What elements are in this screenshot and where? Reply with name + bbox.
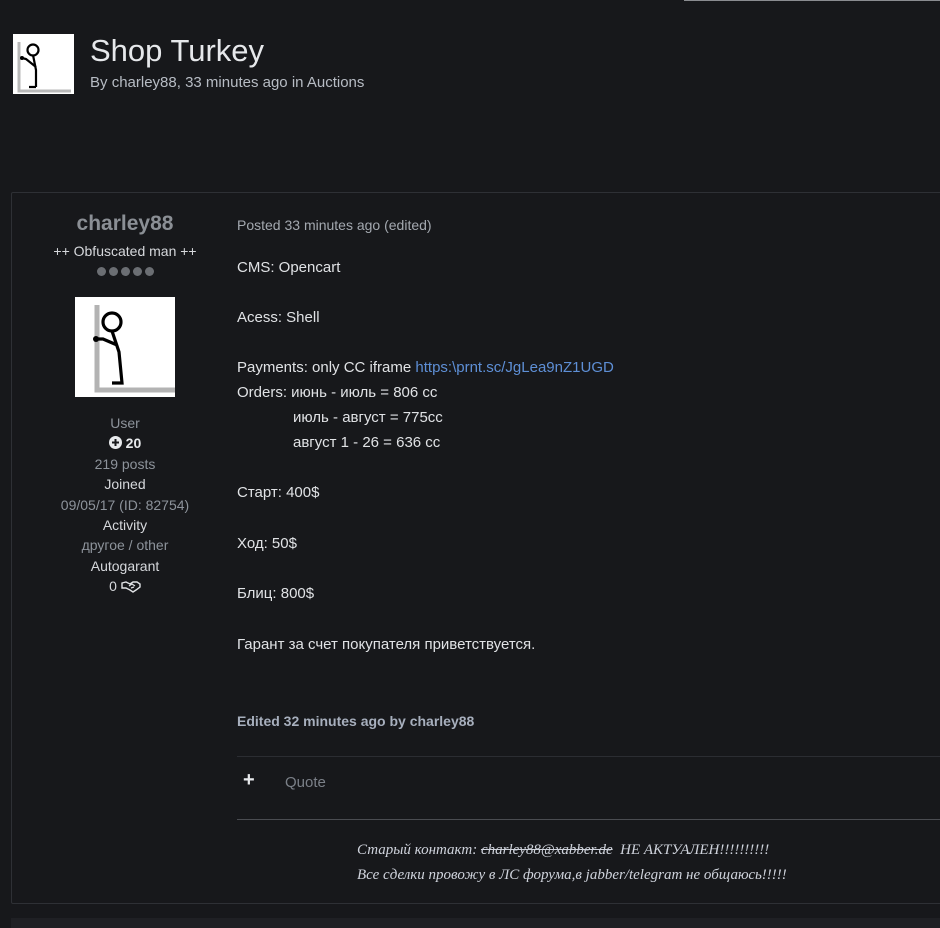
- activity-value: другое / other: [81, 537, 169, 554]
- page: Shop Turkey By charley88, 33 minutes ago…: [0, 0, 940, 928]
- next-post-edge: [11, 918, 940, 928]
- author-title: ++ Obfuscated man ++: [53, 243, 197, 259]
- rank-pip: [120, 267, 130, 276]
- topic-title: Shop Turkey: [90, 33, 265, 68]
- edited-note: Edited 32 minutes ago by charley88: [237, 713, 475, 729]
- topic-author-avatar[interactable]: [13, 34, 74, 94]
- blitz-line: Блиц: 800$: [237, 585, 315, 602]
- cms-line: CMS: Opencart: [237, 259, 341, 276]
- joined-label: Joined: [104, 476, 146, 493]
- top-divider: [684, 0, 940, 1]
- plus-circle-icon: [108, 435, 126, 451]
- topic-meta: By charley88, 33 minutes ago in Auctions: [90, 74, 364, 91]
- by-label: By: [90, 74, 108, 91]
- post-count: 219 posts: [94, 455, 156, 472]
- quote-button[interactable]: Quote: [285, 774, 326, 791]
- author-info: User 20 219 posts Joined 09/05/17 (ID: 8…: [12, 413, 238, 597]
- author-name[interactable]: charley88: [12, 212, 238, 236]
- forum-link[interactable]: Auctions: [307, 74, 365, 91]
- post-content: Posted 33 minutes ago (edited) CMS: Open…: [237, 193, 940, 903]
- autogarant: 0: [12, 576, 238, 596]
- meta-comma: ,: [176, 74, 181, 91]
- joined-value: 09/05/17 (ID: 82754): [60, 496, 190, 513]
- signature-line-2: Все сделки провожу в ЛС форума,в jabber/…: [357, 867, 787, 883]
- multiquote-plus-button[interactable]: +: [243, 769, 255, 792]
- signature-old-contact: charley88@xabber.de: [480, 842, 613, 858]
- rank-pip: [108, 267, 118, 276]
- access-line: Acess: Shell: [237, 309, 320, 326]
- in-label: in: [291, 74, 304, 91]
- payments-line: Payments: only CC iframe https:\prnt.sc/…: [237, 359, 614, 376]
- topic-author-link[interactable]: charley88: [112, 74, 177, 91]
- handshake-icon: [121, 578, 141, 594]
- payments-link[interactable]: https:\prnt.sc/JgLea9nZ1UGD: [415, 359, 613, 376]
- orders-line-1: Orders: июнь - июль = 806 cc: [237, 384, 438, 401]
- actions-divider: [237, 756, 940, 757]
- guarantee-line: Гарант за счет покупателя приветствуется…: [237, 636, 536, 653]
- reputation[interactable]: 20: [12, 433, 238, 453]
- autogarant-label: Autogarant: [90, 557, 160, 574]
- signature-prefix: Старый контакт:: [357, 842, 481, 858]
- rank-pip: [144, 267, 154, 276]
- signature-line-1: Старый контакт: charley88@xabber.de НЕ А…: [357, 838, 787, 863]
- signature-divider: [237, 819, 940, 820]
- signature: Старый контакт: charley88@xabber.de НЕ А…: [357, 838, 787, 888]
- rank-pips: [95, 267, 155, 279]
- rank-pip: [132, 267, 142, 276]
- reputation-value: 20: [125, 435, 142, 452]
- topic-time: 33 minutes ago: [185, 74, 288, 91]
- orders-line-2: июль - август = 775cc: [293, 409, 443, 426]
- posted-meta: Posted 33 minutes ago (edited): [237, 217, 432, 233]
- step-line: Ход: 50$: [237, 535, 297, 552]
- post-card: charley88 ++ Obfuscated man ++ User 20 2…: [11, 192, 940, 904]
- signature-suffix: НЕ АКТУАЛЕН!!!!!!!!!!: [612, 842, 770, 858]
- payments-prefix: Payments: only CC iframe: [237, 359, 416, 376]
- activity-label: Activity: [102, 516, 148, 533]
- start-line: Старт: 400$: [237, 484, 320, 501]
- author-avatar[interactable]: [75, 297, 175, 397]
- member-group: User: [110, 415, 140, 431]
- rank-pip: [96, 267, 106, 276]
- orders-line-3: август 1 - 26 = 636 cc: [293, 434, 441, 451]
- autogarant-value: 0: [109, 578, 117, 595]
